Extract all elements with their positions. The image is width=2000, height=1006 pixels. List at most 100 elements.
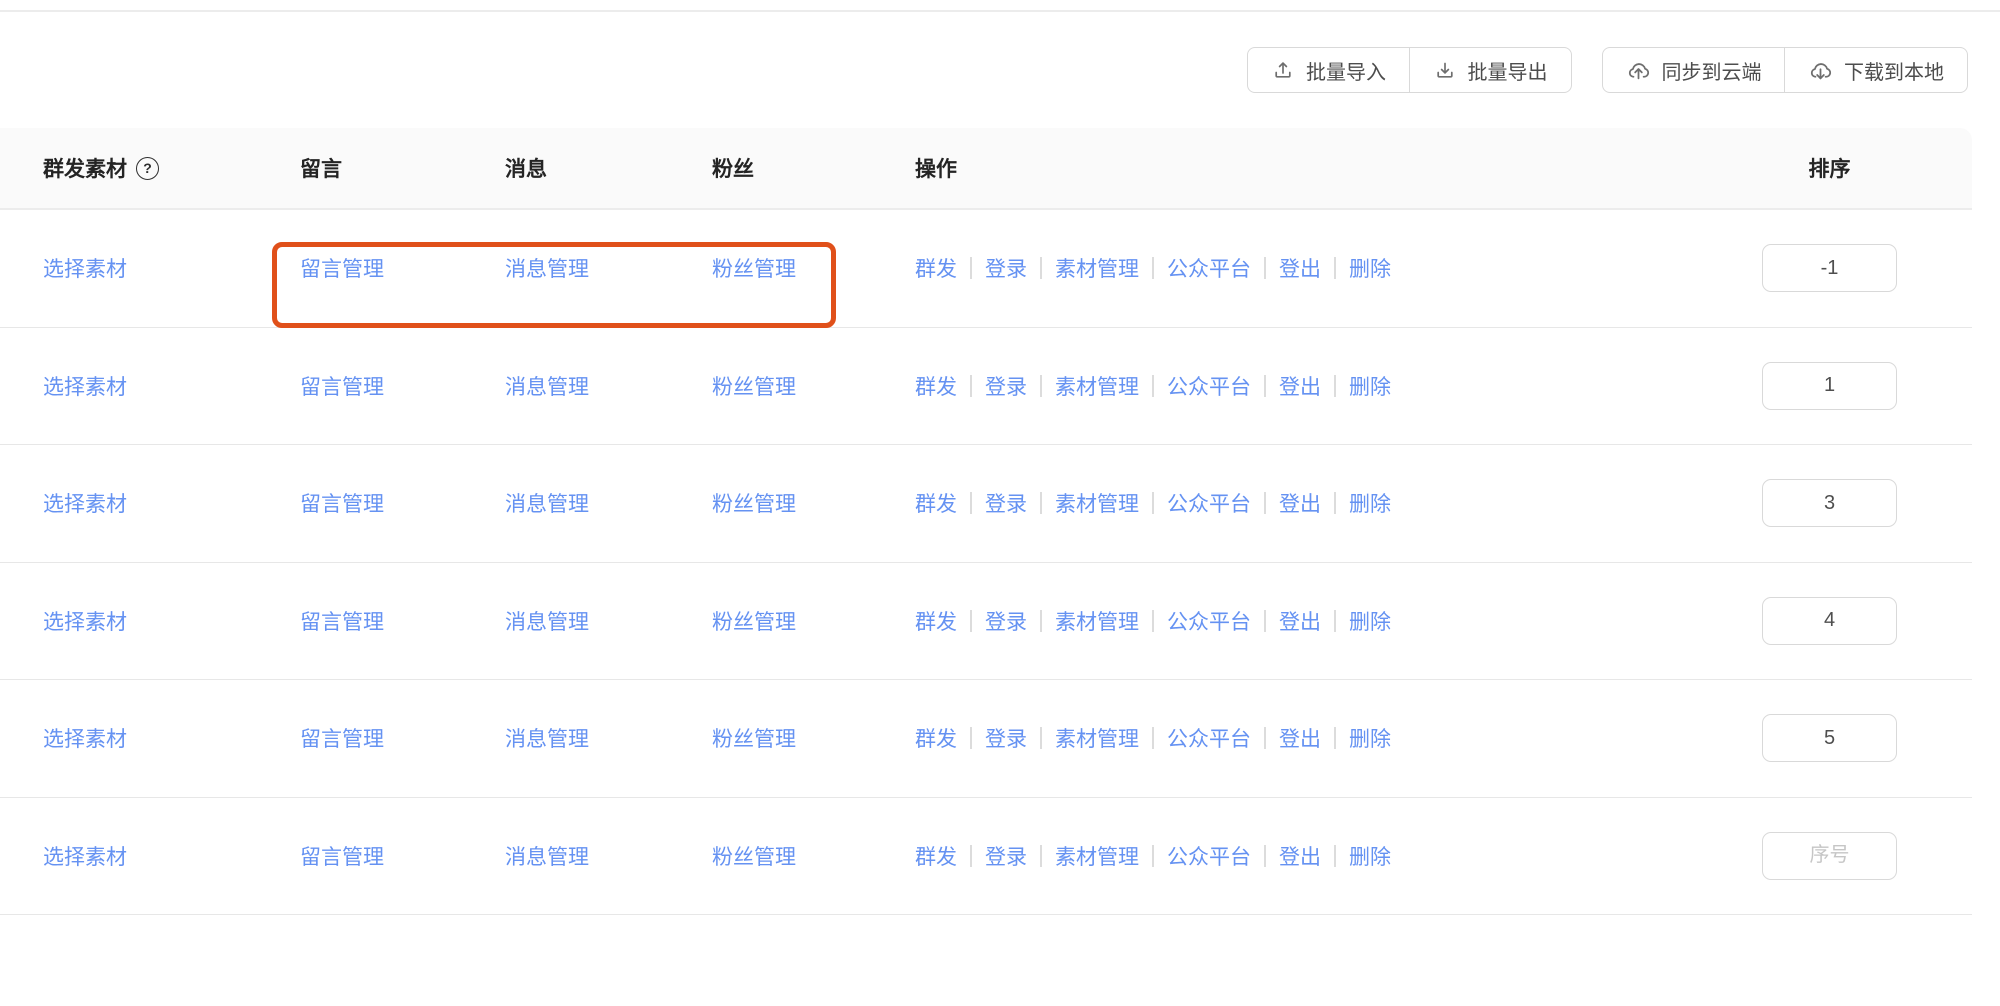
- action-login-link[interactable]: 登录: [985, 723, 1027, 753]
- action-delete-link[interactable]: 删除: [1349, 371, 1391, 401]
- action-logout-link[interactable]: 登出: [1279, 488, 1321, 518]
- action-divider: [1152, 610, 1154, 632]
- table-row: 选择素材 留言管理 消息管理 粉丝管理 群发 登录 素材管理 公众平台 登出 删…: [0, 680, 1972, 798]
- action-logout-link[interactable]: 登出: [1279, 371, 1321, 401]
- action-login-link[interactable]: 登录: [985, 488, 1027, 518]
- actions-cell: 群发 登录 素材管理 公众平台 登出 删除: [915, 841, 1762, 871]
- action-divider: [970, 845, 972, 867]
- select-material-link[interactable]: 选择素材: [43, 611, 127, 634]
- sync-to-cloud-button[interactable]: 同步到云端: [1602, 47, 1786, 93]
- action-mass-send-link[interactable]: 群发: [915, 723, 957, 753]
- action-divider: [970, 375, 972, 397]
- action-mass-send-link[interactable]: 群发: [915, 606, 957, 636]
- fans-manage-link[interactable]: 粉丝管理: [712, 493, 796, 516]
- select-material-link[interactable]: 选择素材: [43, 728, 127, 751]
- action-mass-send-link[interactable]: 群发: [915, 371, 957, 401]
- action-divider: [1334, 492, 1336, 514]
- action-logout-link[interactable]: 登出: [1279, 253, 1321, 283]
- action-official-platform-link[interactable]: 公众平台: [1167, 606, 1251, 636]
- action-official-platform-link[interactable]: 公众平台: [1167, 488, 1251, 518]
- fans-manage-link[interactable]: 粉丝管理: [712, 611, 796, 634]
- action-delete-link[interactable]: 删除: [1349, 488, 1391, 518]
- help-icon[interactable]: ?: [136, 157, 159, 180]
- action-logout-link[interactable]: 登出: [1279, 841, 1321, 871]
- select-material-link[interactable]: 选择素材: [43, 493, 127, 516]
- action-material-manage-link[interactable]: 素材管理: [1055, 488, 1139, 518]
- action-divider: [1152, 492, 1154, 514]
- comment-manage-link[interactable]: 留言管理: [300, 846, 384, 869]
- action-divider: [1334, 257, 1336, 279]
- actions-cell: 群发 登录 素材管理 公众平台 登出 删除: [915, 371, 1762, 401]
- action-divider: [1040, 610, 1042, 632]
- action-material-manage-link[interactable]: 素材管理: [1055, 606, 1139, 636]
- table-header-row: 群发素材 ? 留言 消息 粉丝 操作 排序: [0, 128, 1972, 210]
- actions-cell: 群发 登录 素材管理 公众平台 登出 删除: [915, 253, 1762, 283]
- batch-button-group: 批量导入 批量导出: [1247, 47, 1572, 93]
- action-official-platform-link[interactable]: 公众平台: [1167, 723, 1251, 753]
- column-header-sort-label: 排序: [1762, 153, 1897, 183]
- comment-manage-link[interactable]: 留言管理: [300, 493, 384, 516]
- action-mass-send-link[interactable]: 群发: [915, 841, 957, 871]
- action-divider: [1264, 492, 1266, 514]
- fans-manage-link[interactable]: 粉丝管理: [712, 258, 796, 281]
- sort-order-input[interactable]: [1762, 714, 1897, 762]
- column-header-message: 消息: [505, 153, 712, 183]
- action-delete-link[interactable]: 删除: [1349, 253, 1391, 283]
- action-divider: [1152, 375, 1154, 397]
- table-row: 选择素材 留言管理 消息管理 粉丝管理 群发 登录 素材管理 公众平台 登出 删…: [0, 210, 1972, 328]
- action-material-manage-link[interactable]: 素材管理: [1055, 841, 1139, 871]
- column-header-actions: 操作: [915, 153, 1762, 183]
- column-header-material-label: 群发素材: [43, 153, 127, 183]
- batch-export-button[interactable]: 批量导出: [1409, 47, 1572, 93]
- action-divider: [970, 492, 972, 514]
- action-divider: [970, 257, 972, 279]
- batch-import-button[interactable]: 批量导入: [1247, 47, 1410, 93]
- comment-manage-link[interactable]: 留言管理: [300, 258, 384, 281]
- column-header-material: 群发素材 ?: [43, 153, 300, 183]
- message-manage-link[interactable]: 消息管理: [505, 611, 589, 634]
- message-manage-link[interactable]: 消息管理: [505, 376, 589, 399]
- action-material-manage-link[interactable]: 素材管理: [1055, 253, 1139, 283]
- sort-order-input[interactable]: [1762, 597, 1897, 645]
- action-official-platform-link[interactable]: 公众平台: [1167, 841, 1251, 871]
- fans-manage-link[interactable]: 粉丝管理: [712, 376, 796, 399]
- action-login-link[interactable]: 登录: [985, 371, 1027, 401]
- message-manage-link[interactable]: 消息管理: [505, 258, 589, 281]
- message-manage-link[interactable]: 消息管理: [505, 846, 589, 869]
- action-delete-link[interactable]: 删除: [1349, 606, 1391, 636]
- action-login-link[interactable]: 登录: [985, 253, 1027, 283]
- action-divider: [1334, 610, 1336, 632]
- action-delete-link[interactable]: 删除: [1349, 723, 1391, 753]
- select-material-link[interactable]: 选择素材: [43, 846, 127, 869]
- download-to-local-button[interactable]: 下载到本地: [1784, 47, 1968, 93]
- action-logout-link[interactable]: 登出: [1279, 606, 1321, 636]
- comment-manage-link[interactable]: 留言管理: [300, 728, 384, 751]
- comment-manage-link[interactable]: 留言管理: [300, 611, 384, 634]
- fans-manage-link[interactable]: 粉丝管理: [712, 728, 796, 751]
- action-mass-send-link[interactable]: 群发: [915, 253, 957, 283]
- action-mass-send-link[interactable]: 群发: [915, 488, 957, 518]
- action-logout-link[interactable]: 登出: [1279, 723, 1321, 753]
- action-login-link[interactable]: 登录: [985, 606, 1027, 636]
- comment-manage-link[interactable]: 留言管理: [300, 376, 384, 399]
- action-official-platform-link[interactable]: 公众平台: [1167, 371, 1251, 401]
- message-manage-link[interactable]: 消息管理: [505, 728, 589, 751]
- cloud-button-group: 同步到云端 下载到本地: [1602, 47, 1969, 93]
- action-material-manage-link[interactable]: 素材管理: [1055, 723, 1139, 753]
- sort-order-input[interactable]: [1762, 362, 1897, 410]
- action-material-manage-link[interactable]: 素材管理: [1055, 371, 1139, 401]
- sort-order-input[interactable]: [1762, 479, 1897, 527]
- action-delete-link[interactable]: 删除: [1349, 841, 1391, 871]
- message-manage-link[interactable]: 消息管理: [505, 493, 589, 516]
- top-divider: [0, 10, 2000, 12]
- select-material-link[interactable]: 选择素材: [43, 376, 127, 399]
- sort-order-input[interactable]: [1762, 244, 1897, 292]
- table-row: 选择素材 留言管理 消息管理 粉丝管理 群发 登录 素材管理 公众平台 登出 删…: [0, 445, 1972, 563]
- upload-icon: [1271, 58, 1295, 82]
- action-official-platform-link[interactable]: 公众平台: [1167, 253, 1251, 283]
- action-login-link[interactable]: 登录: [985, 841, 1027, 871]
- sort-order-input[interactable]: [1762, 832, 1897, 880]
- fans-manage-link[interactable]: 粉丝管理: [712, 846, 796, 869]
- action-divider: [1334, 375, 1336, 397]
- select-material-link[interactable]: 选择素材: [43, 258, 127, 281]
